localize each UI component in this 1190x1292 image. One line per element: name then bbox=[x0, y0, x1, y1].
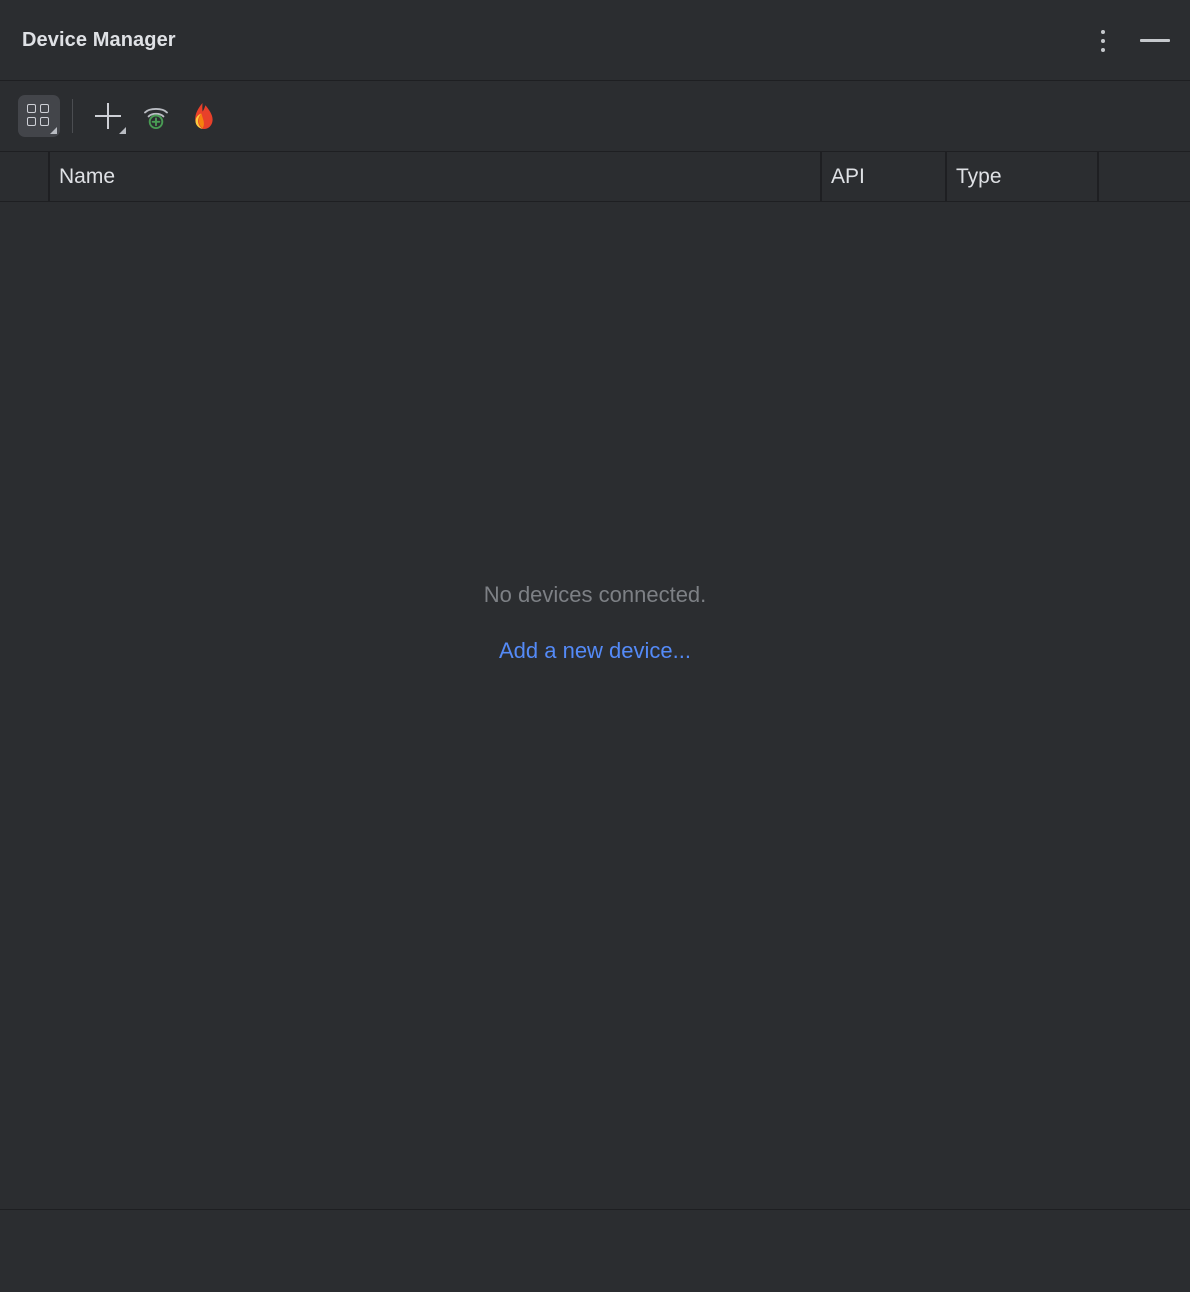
window-titlebar: Device Manager bbox=[0, 0, 1190, 81]
titlebar-actions bbox=[1086, 0, 1172, 81]
device-manager-toolbar bbox=[0, 81, 1190, 152]
device-table-header: Name API Type bbox=[0, 152, 1190, 202]
device-manager-window: Device Manager bbox=[0, 0, 1190, 1292]
wifi-pair-icon bbox=[142, 102, 170, 130]
firebase-test-lab-button[interactable] bbox=[183, 95, 225, 137]
kebab-menu-icon bbox=[1101, 30, 1105, 52]
column-header-spacer bbox=[0, 152, 48, 201]
column-header-name[interactable]: Name bbox=[48, 152, 820, 201]
add-new-device-link[interactable]: Add a new device... bbox=[499, 640, 691, 662]
column-header-api[interactable]: API bbox=[820, 152, 945, 201]
column-header-actions[interactable] bbox=[1097, 152, 1190, 201]
chevron-down-icon bbox=[119, 127, 126, 134]
device-view-toggle[interactable] bbox=[18, 95, 60, 137]
grid-view-icon bbox=[27, 104, 51, 128]
page-title: Device Manager bbox=[22, 30, 176, 50]
status-strip bbox=[0, 1209, 1190, 1292]
plus-icon bbox=[95, 103, 121, 129]
toolbar-divider bbox=[72, 99, 73, 133]
pair-wifi-button[interactable] bbox=[135, 95, 177, 137]
minimize-button[interactable] bbox=[1138, 24, 1172, 58]
column-header-type[interactable]: Type bbox=[945, 152, 1097, 201]
device-table-body: No devices connected. Add a new device..… bbox=[0, 202, 1190, 1209]
chevron-down-icon bbox=[50, 127, 57, 134]
empty-state-message: No devices connected. bbox=[0, 584, 1190, 606]
firebase-flame-icon bbox=[191, 101, 217, 131]
add-device-button[interactable] bbox=[87, 95, 129, 137]
more-options-button[interactable] bbox=[1086, 24, 1120, 58]
empty-state: No devices connected. Add a new device..… bbox=[0, 584, 1190, 663]
minimize-icon bbox=[1140, 39, 1170, 42]
